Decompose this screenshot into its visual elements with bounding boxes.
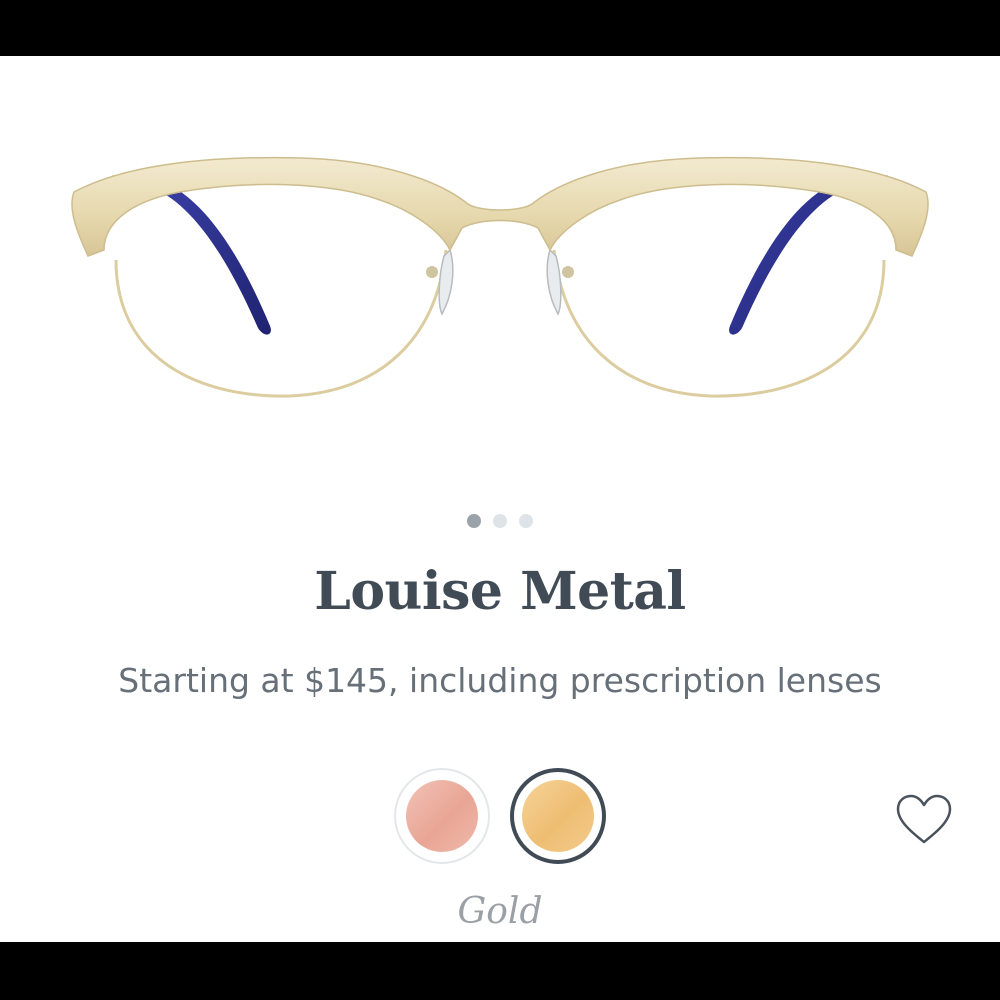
selected-color-label: Gold xyxy=(457,891,543,932)
rose-gold-swatch-fill xyxy=(406,780,478,852)
gold-swatch[interactable] xyxy=(510,768,606,864)
product-title: Louise Metal xyxy=(314,561,686,622)
rose-gold-swatch[interactable] xyxy=(394,768,490,864)
product-image[interactable] xyxy=(60,100,940,410)
product-card: Louise Metal Starting at $145, including… xyxy=(0,56,1000,942)
carousel-indicator xyxy=(0,514,1000,528)
carousel-dot-1[interactable] xyxy=(467,514,481,528)
price-description: Starting at $145, including prescription… xyxy=(118,661,882,700)
bottom-bar-area xyxy=(0,942,1000,1000)
status-bar-area xyxy=(0,0,1000,56)
heart-outline-icon[interactable] xyxy=(894,794,954,846)
carousel-dot-3[interactable] xyxy=(519,514,533,528)
gold-swatch-fill xyxy=(522,780,594,852)
carousel-dot-2[interactable] xyxy=(493,514,507,528)
